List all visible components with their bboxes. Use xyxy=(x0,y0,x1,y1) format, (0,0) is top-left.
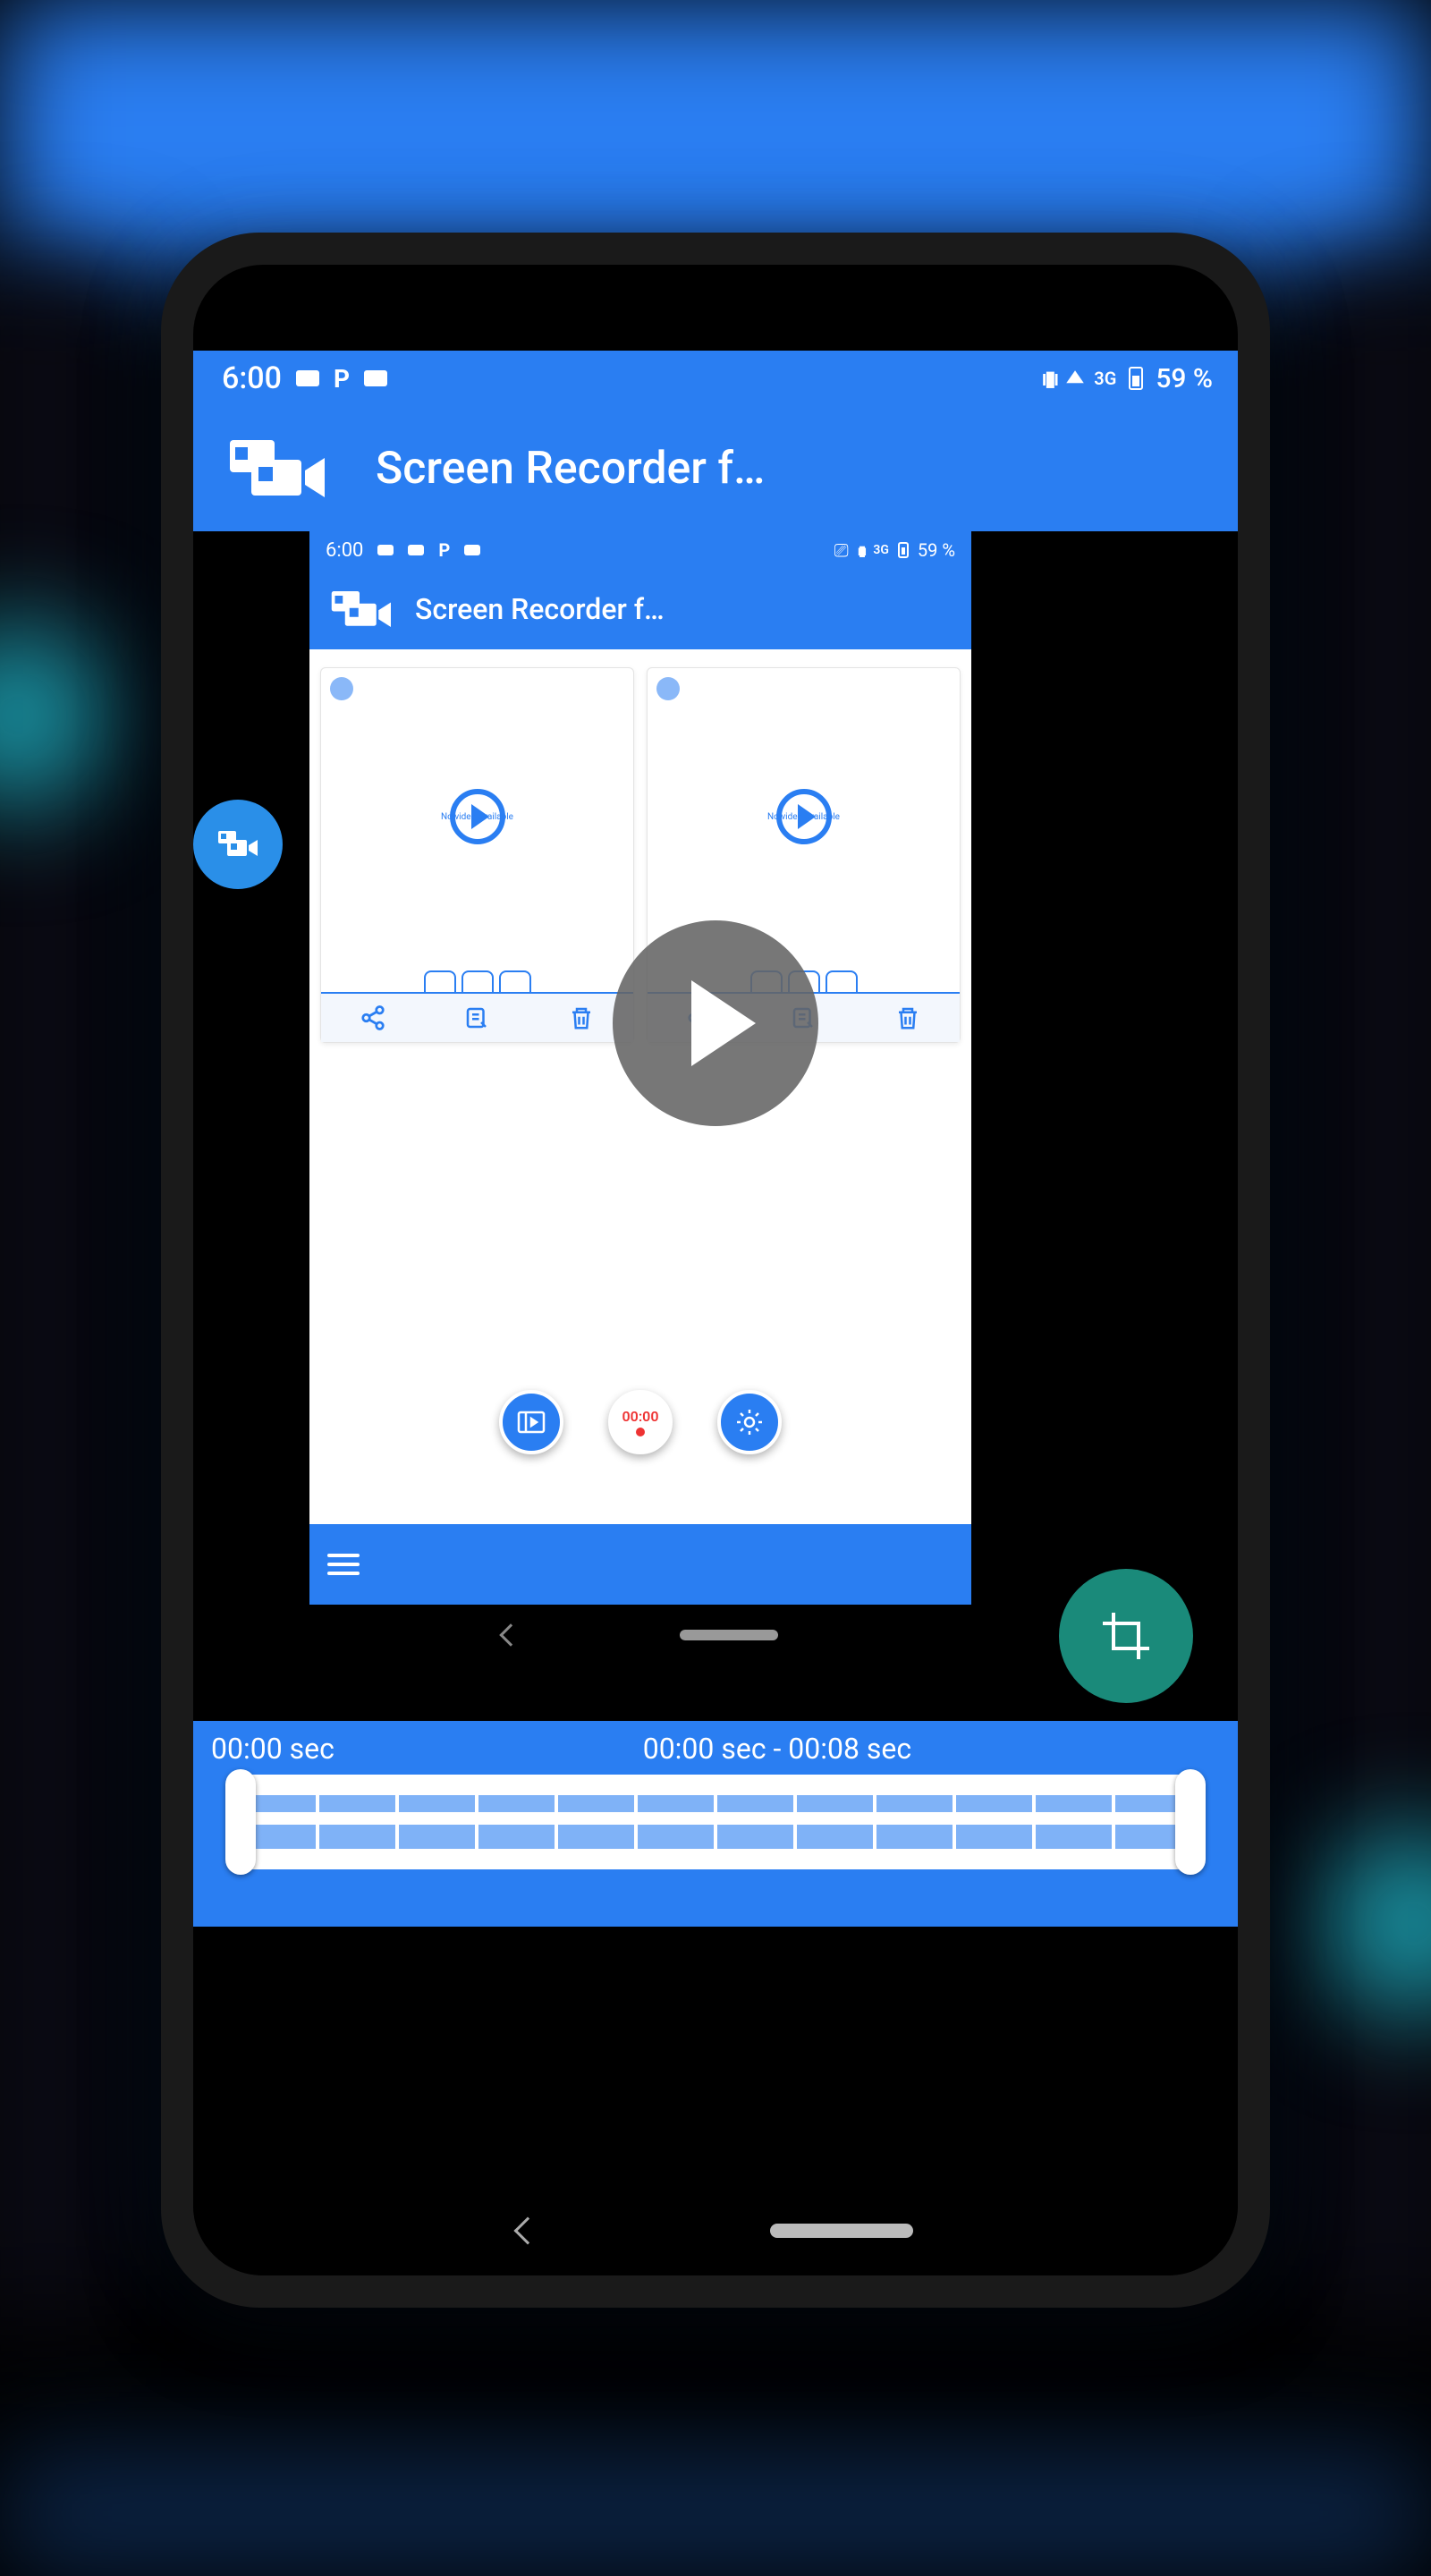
inner-video-notif-icon xyxy=(377,545,394,555)
crop-fab[interactable] xyxy=(1059,1569,1193,1703)
inner-status-time: 6:00 xyxy=(326,539,363,562)
inner-app-bar: Screen Recorder f… xyxy=(309,569,971,649)
delete-icon[interactable] xyxy=(894,1004,921,1031)
card-label: No video available xyxy=(767,812,840,822)
settings-button[interactable] xyxy=(717,1390,782,1454)
inner-p-notif-icon: P xyxy=(438,539,450,561)
inner-battery-percent: 59 % xyxy=(918,539,955,561)
phone-speaker xyxy=(639,275,792,288)
recording-card[interactable]: No video available xyxy=(320,667,634,1043)
battery-icon xyxy=(1129,367,1143,390)
card-badge-icon xyxy=(656,677,680,700)
back-button[interactable] xyxy=(499,1623,521,1646)
status-time: 6:00 xyxy=(222,360,282,396)
share-icon[interactable] xyxy=(360,1004,386,1031)
inner-status-bar: 6:00 P ⎚ ı▮ı 3G 59 % xyxy=(309,531,971,569)
video-timeline: 00:00 sec 00:00 sec - 00:08 sec xyxy=(193,1721,1238,1927)
inner-video-notif-icon-2 xyxy=(408,545,424,555)
record-timer: 00:00 xyxy=(622,1408,659,1425)
inner-android-nav xyxy=(309,1605,971,1665)
inner-app-title: Screen Recorder f… xyxy=(415,592,665,626)
record-button[interactable]: 00:00 xyxy=(608,1390,673,1454)
video-notif-icon-2 xyxy=(364,370,387,386)
video-notif-icon xyxy=(296,370,319,386)
video-play-button[interactable] xyxy=(613,920,818,1126)
trim-handle-left[interactable] xyxy=(225,1769,256,1875)
video-preview-area: 6:00 P ⎚ ı▮ı 3G 59 % xyxy=(193,531,1238,2186)
app-bar: Screen Recorder f… xyxy=(193,406,1238,531)
inner-bottom-bar xyxy=(309,1524,971,1605)
gallery-button[interactable] xyxy=(499,1390,563,1454)
timeline-start-label: 00:00 sec xyxy=(211,1732,334,1766)
back-button[interactable] xyxy=(513,2216,541,2244)
timeline-range-label: 00:00 sec - 00:08 sec xyxy=(643,1732,911,1766)
phone-camera xyxy=(832,272,851,292)
wifi-icon xyxy=(1069,363,1081,394)
inner-video-notif-icon-3 xyxy=(464,545,480,555)
home-pill[interactable] xyxy=(770,2224,913,2238)
inner-network-icon: 3G xyxy=(873,543,889,557)
delete-icon[interactable] xyxy=(568,1004,595,1031)
inner-battery-icon xyxy=(898,542,909,558)
p-notif-icon: P xyxy=(334,364,350,394)
inner-vibrate-icon: ı▮ı xyxy=(858,542,865,559)
cast-icon: ⎚ xyxy=(834,539,849,561)
network-icon: 3G xyxy=(1094,368,1116,389)
card-label: No video available xyxy=(441,812,513,822)
recorder-fab[interactable] xyxy=(193,800,283,889)
timeline-strip[interactable] xyxy=(238,1775,1193,1869)
edit-icon[interactable] xyxy=(463,1004,490,1031)
vibrate-icon: ı▮ı xyxy=(1041,366,1056,391)
app-logo-icon xyxy=(220,433,336,504)
status-bar: 6:00 P ı▮ı 3G 59 % xyxy=(193,351,1238,406)
home-pill[interactable] xyxy=(680,1630,778,1640)
card-badge-icon xyxy=(330,677,353,700)
phone-frame: 6:00 P ı▮ı 3G 59 % Screen Recorder f… xyxy=(161,233,1270,2308)
menu-button[interactable] xyxy=(327,1554,360,1575)
record-dot-icon xyxy=(636,1428,645,1436)
app-title: Screen Recorder f… xyxy=(376,443,765,495)
android-nav-bar xyxy=(193,2186,1238,2275)
inner-app-logo-icon xyxy=(326,587,397,631)
battery-percent: 59 % xyxy=(1156,363,1213,394)
trim-handle-right[interactable] xyxy=(1175,1769,1206,1875)
